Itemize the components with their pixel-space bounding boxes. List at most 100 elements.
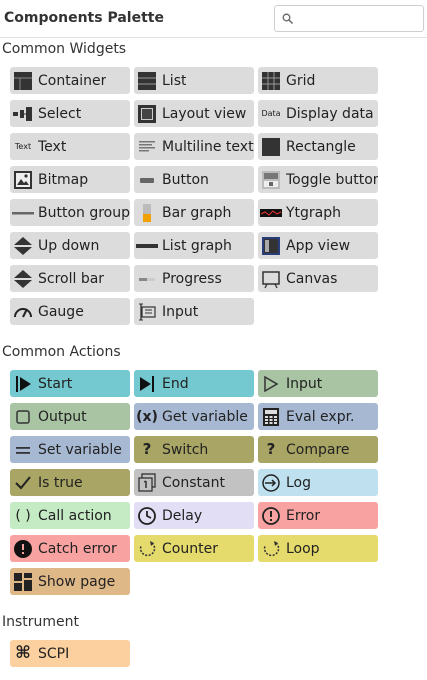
palette-item-canvas[interactable]: Canvas [258, 265, 378, 292]
palette-item-label: Start [38, 375, 73, 392]
palette-item-start[interactable]: Start [10, 370, 130, 397]
palette-item-scroll-bar[interactable]: Scroll bar [10, 265, 130, 292]
palette-item-eval-expr[interactable]: Eval expr. [258, 403, 378, 430]
palette-item-label: Get variable [162, 408, 248, 425]
get-variable-icon: (x) [136, 408, 158, 425]
search-box[interactable] [274, 5, 424, 32]
palette-item-bitmap[interactable]: Bitmap [10, 166, 130, 193]
palette-item-label: Text [38, 138, 67, 155]
palette-item-catch-error[interactable]: Catch error [10, 535, 130, 562]
palette-item-error[interactable]: Error [258, 502, 378, 529]
palette-item-ytgraph[interactable]: Ytgraph [258, 199, 378, 226]
palette-item-container[interactable]: Container [10, 67, 130, 94]
palette-item-label: Button [162, 171, 209, 188]
palette-item-button[interactable]: Button [134, 166, 254, 193]
palette-item-layout-view[interactable]: Layout view [134, 100, 254, 127]
palette-item-call-action[interactable]: ( ) Call action [10, 502, 130, 529]
palette-item-display-data[interactable]: Data Display data [258, 100, 378, 127]
constant-icon [136, 472, 158, 493]
palette-item-label: Delay [162, 507, 203, 524]
palette-item-gauge[interactable]: Gauge [10, 298, 130, 325]
palette-item-switch[interactable]: ? Switch [134, 436, 254, 463]
palette-item-label: Show page [38, 573, 116, 590]
palette-item-is-true[interactable]: Is true [10, 469, 130, 496]
palette-item-label: Output [38, 408, 87, 425]
palette-item-progress[interactable]: Progress [134, 265, 254, 292]
palette-item-list[interactable]: List [134, 67, 254, 94]
palette-item-label: Catch error [38, 540, 117, 557]
button-icon [136, 170, 158, 190]
palette-item-label: Multiline text [162, 138, 254, 155]
palette-item-loop[interactable]: Loop [258, 535, 378, 562]
palette-item-scpi[interactable]: ⌘ SCPI [10, 640, 130, 667]
palette-item-label: Input [286, 375, 323, 392]
palette-item-multiline-text[interactable]: Multiline text [134, 133, 254, 160]
palette-item-label: Rectangle [286, 138, 356, 155]
palette-item-button-group[interactable]: Button group [10, 199, 130, 226]
display-data-icon: Data [261, 109, 281, 118]
palette-item-set-variable[interactable]: Set variable [10, 436, 130, 463]
palette-item-text[interactable]: Text Text [10, 133, 130, 160]
palette-item-label: Constant [162, 474, 225, 491]
rectangle-icon [260, 137, 282, 157]
palette-item-label: Bar graph [162, 204, 232, 221]
palette-item-constant[interactable]: Constant [134, 469, 254, 496]
button-group-icon [12, 203, 34, 223]
log-icon [260, 473, 282, 493]
palette-item-label: Container [38, 72, 107, 89]
palette-item-list-graph[interactable]: List graph [134, 232, 254, 259]
palette-item-label: Log [286, 474, 312, 491]
set-variable-icon [12, 440, 34, 460]
palette-item-select[interactable]: Select [10, 100, 130, 127]
palette-item-label: Layout view [162, 105, 247, 122]
section-title-instrument: Instrument [2, 614, 80, 630]
palette-item-label: Is true [38, 474, 83, 491]
palette-item-label: Button group [38, 204, 130, 221]
palette-header: Components Palette [0, 0, 427, 38]
container-icon [12, 71, 34, 91]
palette-item-label: Ytgraph [286, 204, 342, 221]
palette-item-log[interactable]: Log [258, 469, 378, 496]
palette-item-label: Loop [286, 540, 320, 557]
palette-item-label: End [162, 375, 189, 392]
search-input[interactable] [297, 8, 417, 28]
counter-icon [136, 539, 158, 559]
palette-item-end[interactable]: End [134, 370, 254, 397]
palette-item-delay[interactable]: Delay [134, 502, 254, 529]
progress-icon [136, 269, 158, 289]
section-title-common-actions: Common Actions [2, 344, 121, 360]
palette-item-toggle-button[interactable]: Toggle button [258, 166, 378, 193]
palette-item-compare[interactable]: ? Compare [258, 436, 378, 463]
start-icon [12, 374, 34, 394]
palette-item-input[interactable]: Input [258, 370, 378, 397]
palette-item-input[interactable]: Input [134, 298, 254, 325]
palette-item-label: Grid [286, 72, 316, 89]
section-title-common-widgets: Common Widgets [2, 41, 127, 57]
scroll-bar-icon [12, 269, 34, 289]
palette-item-counter[interactable]: Counter [134, 535, 254, 562]
palette-item-label: Compare [286, 441, 350, 458]
palette-item-label: Error [286, 507, 321, 524]
palette-item-bar-graph[interactable]: Bar graph [134, 199, 254, 226]
bar-graph-icon [136, 203, 158, 223]
palette-item-rectangle[interactable]: Rectangle [258, 133, 378, 160]
palette-item-app-view[interactable]: App view [258, 232, 378, 259]
catch-error-icon [12, 539, 34, 559]
up-down-icon [12, 236, 34, 256]
palette-item-up-down[interactable]: Up down [10, 232, 130, 259]
palette-item-label: Gauge [38, 303, 84, 320]
common-widgets-grid: Container List Grid Select Layout view Data Di… [10, 67, 378, 325]
palette-item-label: App view [286, 237, 351, 254]
palette-item-label: Scroll bar [38, 270, 105, 287]
palette-item-output[interactable]: Output [10, 403, 130, 430]
list-icon [136, 71, 158, 91]
instrument-grid: ⌘ SCPI [10, 640, 378, 667]
palette-item-show-page[interactable]: Show page [10, 568, 130, 595]
palette-item-label: Eval expr. [286, 408, 355, 425]
output-icon [12, 407, 34, 427]
palette-item-label: List [162, 72, 187, 89]
palette-item-grid[interactable]: Grid [258, 67, 378, 94]
palette-item-label: Call action [38, 507, 112, 524]
scpi-icon: ⌘ [15, 643, 31, 663]
palette-item-get-variable[interactable]: (x) Get variable [134, 403, 254, 430]
